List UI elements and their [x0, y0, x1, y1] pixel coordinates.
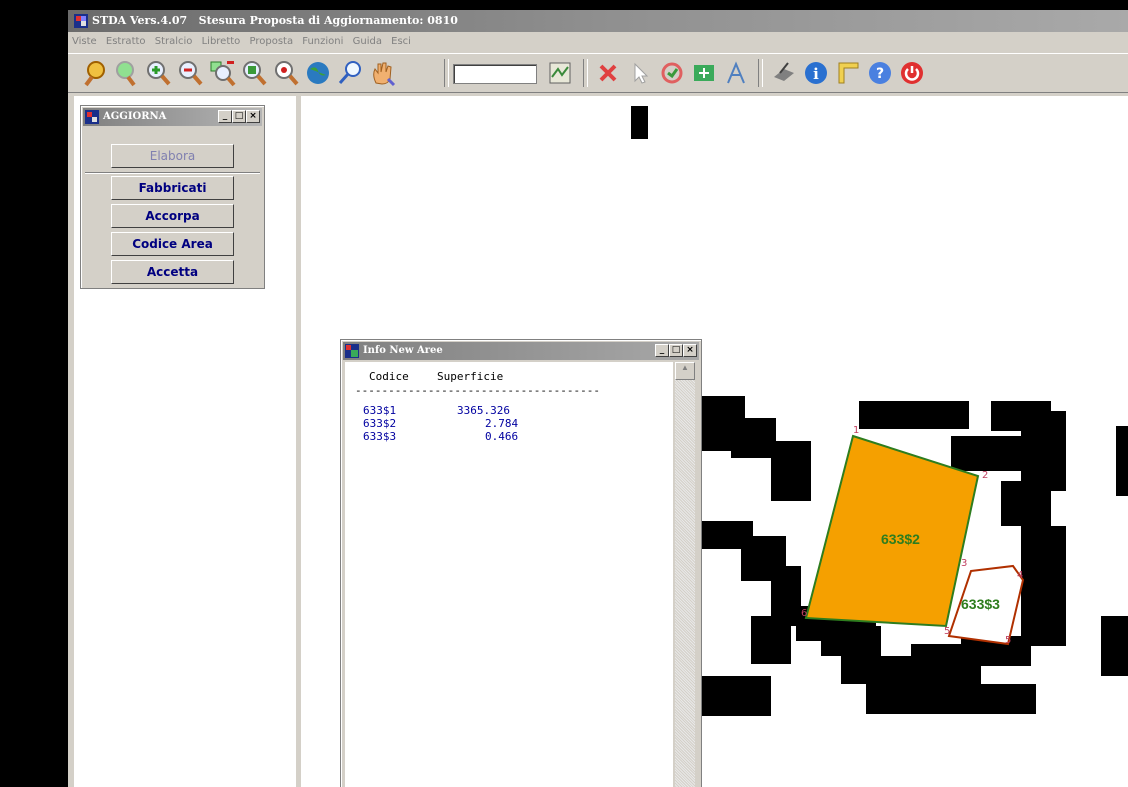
menu-stralcio[interactable]: Stralcio [155, 36, 193, 47]
power-icon[interactable] [898, 59, 926, 87]
map-ink [631, 106, 648, 139]
measure-icon[interactable] [722, 59, 750, 87]
pan-hand-icon[interactable] [368, 59, 396, 87]
map-tile-icon[interactable] [546, 59, 574, 87]
vertex-label: 2 [982, 470, 988, 481]
zoom-extent-icon[interactable] [240, 59, 268, 87]
menu-guida[interactable]: Guida [353, 36, 382, 47]
aggiorna-panel: AGGIORNA _ □ × Elabora Fabbricati Accorp… [80, 105, 265, 289]
menu-bar: Viste Estratto Stralcio Libretto Propost… [68, 32, 1128, 52]
help-icon[interactable]: ? [866, 59, 894, 87]
menu-esci[interactable]: Esci [391, 36, 411, 47]
vertex-label: 5 [1005, 635, 1011, 646]
maximize-button[interactable]: □ [669, 344, 683, 357]
maximize-button[interactable]: □ [232, 110, 246, 123]
svg-text:?: ? [876, 66, 884, 82]
scroll-up-icon[interactable]: ▲ [675, 362, 695, 380]
minimize-button[interactable]: _ [655, 344, 669, 357]
app-logo-icon [74, 14, 88, 28]
accorpa-button[interactable]: Accorpa [111, 204, 234, 228]
info-icon[interactable]: i [802, 59, 830, 87]
search-icon[interactable] [336, 59, 364, 87]
column-header-superficie: Superficie [437, 370, 504, 383]
menu-libretto[interactable]: Libretto [202, 36, 241, 47]
menu-estratto[interactable]: Estratto [106, 36, 146, 47]
vertex-label: 1 [853, 425, 859, 436]
elabora-button[interactable]: Elabora [111, 144, 234, 168]
aggiorna-app-icon [85, 110, 99, 124]
application-window: STDA Vers.4.07 Stesura Proposta di Aggio… [68, 10, 1128, 787]
separator [85, 172, 260, 174]
close-button[interactable]: × [683, 344, 697, 357]
info-title: Info New Aree [363, 345, 443, 356]
scale-input[interactable] [453, 64, 537, 84]
menu-funzioni[interactable]: Funzioni [302, 36, 343, 47]
header-divider: ------------------------------------- [355, 384, 601, 397]
menu-proposta[interactable]: Proposta [249, 36, 293, 47]
move-icon[interactable] [690, 59, 718, 87]
ruler-icon[interactable] [834, 59, 862, 87]
column-header-codice: Codice [369, 370, 409, 383]
row-codice: 633$1 [363, 404, 397, 417]
rotate-icon[interactable] [658, 59, 686, 87]
zoom-next-icon[interactable] [112, 59, 140, 87]
pointer-icon[interactable] [626, 59, 654, 87]
row-superficie: 2.784 [485, 417, 519, 430]
row-superficie: 3365.326 [457, 404, 510, 417]
parcel-label-633-2: 633$2 [881, 531, 920, 547]
info-app-icon [345, 344, 359, 358]
left-edge [68, 96, 74, 787]
accetta-button[interactable]: Accetta [111, 260, 234, 284]
info-list: Codice Superficie ----------------------… [345, 362, 673, 787]
zoom-prev-icon[interactable] [80, 59, 108, 87]
info-new-aree-window: Info New Aree _ □ × Codice Superficie --… [340, 339, 702, 787]
zoom-out-icon[interactable] [176, 59, 204, 87]
vertex-label: 5 [944, 626, 950, 637]
vertex-label: 3 [961, 558, 967, 569]
fabbricati-button[interactable]: Fabbricati [111, 176, 234, 200]
parcel-label-633-3: 633$3 [961, 596, 1000, 612]
codice-area-button[interactable]: Codice Area [111, 232, 234, 256]
delete-icon[interactable] [594, 59, 622, 87]
info-title-bar: Info New Aree _ □ × [343, 342, 699, 360]
vertex-label: 4 [1017, 570, 1023, 581]
print-icon[interactable] [770, 59, 798, 87]
vertical-scrollbar[interactable]: ▲ [675, 362, 695, 787]
zoom-center-icon[interactable] [272, 59, 300, 87]
aggiorna-title: AGGIORNA [103, 111, 167, 122]
window-title: STDA Vers.4.07 Stesura Proposta di Aggio… [92, 14, 458, 27]
zoom-window-icon[interactable] [208, 59, 236, 87]
minimize-button[interactable]: _ [218, 110, 232, 123]
menu-viste[interactable]: Viste [72, 36, 97, 47]
close-button[interactable]: × [246, 110, 260, 123]
title-bar: STDA Vers.4.07 Stesura Proposta di Aggio… [68, 10, 1128, 32]
globe-icon[interactable] [304, 59, 332, 87]
toolbar: i ? [68, 53, 1128, 93]
row-codice: 633$2 [363, 417, 397, 430]
zoom-in-icon[interactable] [144, 59, 172, 87]
row-codice: 633$3 [363, 430, 397, 443]
aggiorna-title-bar: AGGIORNA _ □ × [83, 108, 262, 126]
svg-text:i: i [813, 65, 819, 83]
row-superficie: 0.466 [485, 430, 519, 443]
vertex-label: 6 [801, 608, 807, 619]
